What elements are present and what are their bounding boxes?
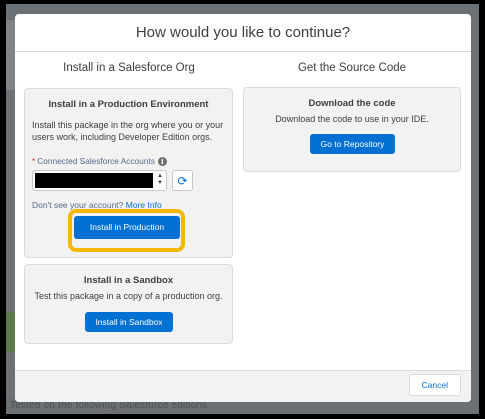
production-card: Install in a Production Environment Inst…	[24, 88, 233, 258]
install-production-wrap: Install in Production	[74, 216, 180, 239]
install-modal: How would you like to continue? Install …	[15, 14, 471, 402]
modal-footer: Cancel	[15, 370, 471, 402]
install-sandbox-button[interactable]: Install in Sandbox	[85, 312, 173, 332]
refresh-icon[interactable]: ⟳	[172, 170, 193, 191]
connected-accounts-label: * Connected Salesforce Accounts i	[32, 156, 167, 166]
source-description: Download the code to use in your IDE.	[275, 114, 429, 124]
sandbox-description: Test this package in a copy of a product…	[34, 291, 223, 301]
install-sandbox-wrap: Install in Sandbox	[85, 312, 173, 332]
install-production-button[interactable]: Install in Production	[74, 216, 180, 239]
connected-accounts-select[interactable]: ▲ ▼	[32, 170, 167, 191]
redacted-account-value	[35, 173, 153, 188]
source-card-title: Download the code	[308, 98, 396, 109]
required-marker: *	[32, 156, 36, 166]
repo-button-wrap: Go to Repository	[310, 134, 395, 154]
info-icon[interactable]: i	[157, 156, 167, 166]
select-arrows-icon: ▲ ▼	[157, 173, 163, 186]
sandbox-card-title: Install in a Sandbox	[83, 275, 174, 286]
source-card: Download the code Download the code to u…	[243, 87, 461, 172]
modal-title: How would you like to continue?	[135, 24, 351, 41]
connected-accounts-label-text: Connected Salesforce Accounts	[37, 156, 155, 166]
sandbox-card: Install in a Sandbox Test this package i…	[24, 264, 233, 344]
modal-body: Install in a Salesforce Org Get the Sour…	[15, 52, 471, 370]
source-code-heading: Get the Source Code	[297, 62, 407, 74]
cancel-button[interactable]: Cancel	[408, 374, 461, 396]
production-description: Install this package in the org where yo…	[32, 120, 224, 142]
install-org-heading: Install in a Salesforce Org	[63, 62, 195, 74]
go-to-repository-button[interactable]: Go to Repository	[310, 134, 395, 154]
modal-header: How would you like to continue?	[15, 14, 471, 52]
production-card-title: Install in a Production Environment	[48, 99, 209, 110]
